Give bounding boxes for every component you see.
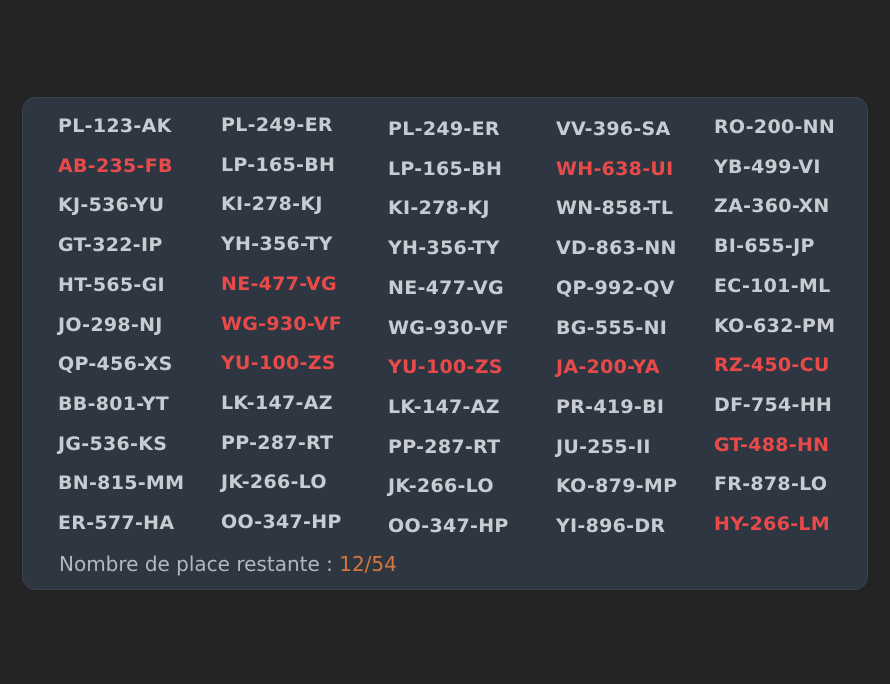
plate-free: KO-632-PM — [714, 314, 836, 337]
plate-free: JK-266-LO — [221, 471, 327, 494]
plate-taken: GT-488-HN — [714, 433, 830, 456]
plate-free: KI-278-KJ — [221, 193, 323, 216]
plate-free: OO-347-HP — [221, 511, 342, 533]
plate-taken: YU-100-ZS — [388, 356, 503, 379]
plate-free: KJ-536-YU — [58, 194, 165, 217]
plate-free: JU-255-II — [556, 435, 651, 458]
plate-free: LK-147-AZ — [221, 391, 333, 414]
plate-free: JG-536-KS — [58, 432, 168, 455]
plate-free: BI-655-JP — [714, 235, 815, 258]
plate-free: LK-147-AZ — [388, 395, 500, 418]
plate-free: PR-419-BI — [556, 395, 665, 418]
plate-free: PP-287-RT — [388, 435, 501, 458]
plate-free: KI-278-KJ — [388, 197, 490, 220]
plate-free: BN-815-MM — [58, 472, 185, 495]
plate-free: WN-858-TL — [556, 197, 674, 220]
plate-taken: NE-477-VG — [221, 272, 337, 295]
plate-taken: HY-266-LM — [714, 513, 831, 535]
plate-free: QP-992-QV — [556, 276, 675, 299]
remaining-label: Nombre de place restante : — [59, 552, 340, 576]
plate-free: OO-347-HP — [388, 515, 509, 537]
plate-free: YB-499-VI — [714, 155, 821, 178]
plate-free: NE-477-VG — [388, 276, 504, 299]
remaining-places: Nombre de place restante : 12/54 — [59, 552, 397, 576]
plate-taken: WG-930-VF — [221, 312, 342, 335]
plate-taken: JA-200-YA — [556, 356, 660, 379]
plate-free: DF-754-HH — [714, 393, 833, 416]
plate-free: WG-930-VF — [388, 316, 509, 339]
plate-free: PP-287-RT — [221, 431, 334, 454]
plate-free: YI-896-DR — [556, 515, 666, 537]
plate-free: JO-298-NJ — [58, 313, 163, 336]
plate-free: YH-356-TY — [221, 233, 333, 256]
plate-free: GT-322-IP — [58, 234, 163, 257]
plate-free: ER-577-HA — [58, 512, 175, 534]
plate-free: PL-249-ER — [388, 118, 500, 140]
plate-free: LP-165-BH — [388, 157, 503, 180]
plate-free: KO-879-MP — [556, 475, 678, 498]
plate-free: RO-200-NN — [714, 116, 836, 138]
plate-free: VD-863-NN — [556, 237, 677, 260]
plate-free: EC-101-ML — [714, 274, 831, 297]
plate-free: PL-123-AK — [58, 115, 172, 137]
plate-free: LP-165-BH — [221, 153, 336, 176]
plate-free: ZA-360-XN — [714, 195, 830, 218]
plate-taken: WH-638-UI — [556, 157, 674, 180]
plate-free: PL-249-ER — [221, 114, 333, 136]
plate-free: QP-456-XS — [58, 353, 173, 376]
plate-free: BB-801-YT — [58, 392, 170, 415]
parking-panel: PL-123-AK AB-235-FB KJ-536-YU GT-322-IP HT-5… — [22, 97, 868, 590]
plate-free: HT-565-GI — [58, 273, 165, 296]
remaining-count: 12/54 — [339, 552, 397, 576]
plate-free: FR-878-LO — [714, 473, 828, 496]
plate-taken: YU-100-ZS — [221, 352, 336, 375]
plate-free: BG-555-NI — [556, 316, 668, 339]
plate-free: VV-396-SA — [556, 118, 671, 140]
plate-taken: AB-235-FB — [58, 154, 173, 177]
plate-free: JK-266-LO — [388, 475, 494, 498]
plate-taken: RZ-450-CU — [714, 354, 830, 377]
plate-free: YH-356-TY — [388, 237, 500, 260]
